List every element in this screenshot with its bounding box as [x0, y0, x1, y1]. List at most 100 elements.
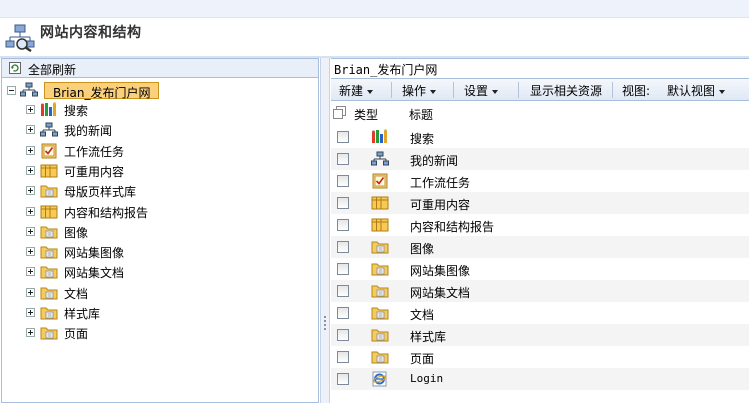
expand-icon[interactable]	[26, 226, 35, 236]
tree-node-label[interactable]: 母版页样式库	[64, 183, 136, 200]
folder-icon	[40, 285, 58, 301]
panel-splitter[interactable]	[320, 58, 330, 403]
new-menu-button[interactable]: 新建	[339, 82, 374, 98]
list-row[interactable]: 我的新闻	[331, 148, 749, 170]
tree-root-node[interactable]: Brian_发布门户网	[7, 82, 307, 100]
tree-node[interactable]: 母版页样式库	[26, 182, 306, 200]
list-row[interactable]: 网站集文档	[331, 280, 749, 302]
list-row[interactable]: 可重用内容	[331, 192, 749, 214]
folder-icon	[371, 283, 389, 299]
row-checkbox[interactable]	[337, 197, 349, 209]
list-row[interactable]: 页面	[331, 346, 749, 368]
site-icon	[371, 151, 389, 167]
tree-root-label[interactable]: Brian_发布门户网	[44, 82, 160, 100]
tree-node[interactable]: 我的新闻	[26, 121, 306, 139]
row-title-link[interactable]: 页面	[410, 350, 434, 367]
row-title-link[interactable]: 工作流任务	[410, 174, 470, 191]
list-row[interactable]: 工作流任务	[331, 170, 749, 192]
row-checkbox[interactable]	[337, 329, 349, 341]
tree-node-label[interactable]: 工作流任务	[64, 143, 124, 160]
splitter-grip	[324, 316, 326, 318]
tree-node[interactable]: 网站集文档	[26, 263, 306, 281]
row-title-link[interactable]: 网站集文档	[410, 284, 470, 301]
list-row[interactable]: 图像	[331, 236, 749, 258]
expand-icon[interactable]	[26, 287, 35, 297]
refresh-all-button[interactable]: 全部刷新	[28, 61, 76, 78]
folder-icon	[40, 244, 58, 260]
tree-node-label[interactable]: 样式库	[64, 305, 100, 322]
row-title-link[interactable]: 样式库	[410, 328, 446, 345]
expand-icon[interactable]	[26, 165, 35, 175]
row-title-link[interactable]: 搜索	[410, 130, 434, 147]
refresh-icon[interactable]	[9, 62, 21, 74]
expand-icon[interactable]	[26, 145, 35, 155]
tree-node[interactable]: 文档	[26, 284, 306, 302]
actions-menu-button[interactable]: 操作	[402, 82, 437, 98]
expand-icon[interactable]	[26, 206, 35, 216]
row-checkbox[interactable]	[337, 285, 349, 297]
expand-icon[interactable]	[26, 308, 35, 317]
list-icon	[371, 195, 389, 211]
row-title-link[interactable]: 文档	[410, 306, 434, 323]
list-row[interactable]: Login	[331, 368, 749, 390]
row-checkbox[interactable]	[337, 263, 349, 275]
list-column-header: 类型 标题	[331, 102, 749, 122]
tree-node-label[interactable]: 网站集文档	[64, 264, 124, 281]
tree-node[interactable]: 内容和结构报告	[26, 203, 306, 221]
column-type-header[interactable]: 类型	[354, 106, 378, 123]
tree-node-label[interactable]: 搜索	[64, 102, 88, 119]
row-checkbox[interactable]	[337, 131, 349, 143]
expand-icon[interactable]	[26, 328, 35, 338]
tree-node[interactable]: 图像	[26, 223, 306, 241]
row-checkbox[interactable]	[337, 241, 349, 253]
expand-icon[interactable]	[26, 105, 35, 114]
show-related-resources-button[interactable]: 显示相关资源	[530, 82, 602, 98]
list-row[interactable]: 内容和结构报告	[331, 214, 749, 236]
list-row[interactable]: 搜索	[331, 126, 749, 148]
splitter-grip	[324, 324, 326, 326]
tree-node-label[interactable]: 页面	[64, 325, 88, 342]
collapse-icon[interactable]	[7, 86, 16, 95]
row-title-link[interactable]: 图像	[410, 240, 434, 257]
tree-node[interactable]: 网站集图像	[26, 243, 306, 261]
tree-node[interactable]: 工作流任务	[26, 142, 306, 160]
tree-node[interactable]: 搜索	[26, 101, 306, 119]
row-checkbox[interactable]	[337, 175, 349, 187]
breadcrumb[interactable]: Brian_发布门户网	[334, 61, 437, 78]
expand-icon[interactable]	[26, 267, 35, 277]
row-checkbox[interactable]	[337, 153, 349, 165]
tree-node[interactable]: 页面	[26, 324, 306, 342]
list-row[interactable]: 文档	[331, 302, 749, 324]
site-icon	[40, 122, 58, 138]
row-title-link[interactable]: 我的新闻	[410, 152, 458, 169]
expand-icon[interactable]	[26, 247, 35, 257]
tree-node[interactable]: 样式库	[26, 304, 306, 322]
dropdown-arrow-icon	[492, 89, 499, 94]
row-title-link[interactable]: 内容和结构报告	[410, 218, 494, 235]
site-icon	[20, 82, 38, 98]
tree-node-label[interactable]: 我的新闻	[64, 122, 112, 139]
tree-node-label[interactable]: 可重用内容	[64, 163, 124, 180]
tree-node-label[interactable]: 文档	[64, 285, 88, 302]
row-checkbox[interactable]	[337, 373, 349, 385]
select-all-icon[interactable]	[333, 106, 347, 119]
list-row[interactable]: 网站集图像	[331, 258, 749, 280]
row-checkbox[interactable]	[337, 307, 349, 319]
list-row[interactable]: 样式库	[331, 324, 749, 346]
dropdown-arrow-icon	[367, 89, 374, 94]
row-title-link[interactable]: 可重用内容	[410, 196, 470, 213]
view-selector[interactable]: 默认视图	[667, 82, 726, 98]
settings-menu-button[interactable]: 设置	[464, 82, 499, 98]
row-checkbox[interactable]	[337, 351, 349, 363]
row-title-link[interactable]: 网站集图像	[410, 262, 470, 279]
expand-icon[interactable]	[26, 125, 35, 135]
tree-node-label[interactable]: 内容和结构报告	[64, 204, 148, 221]
tree-node-label[interactable]: 网站集图像	[64, 244, 124, 261]
row-checkbox[interactable]	[337, 219, 349, 231]
row-title-link[interactable]: Login	[410, 372, 443, 385]
expand-icon[interactable]	[26, 186, 35, 196]
folder-icon	[40, 183, 58, 199]
column-title-header[interactable]: 标题	[409, 106, 433, 123]
tree-node-label[interactable]: 图像	[64, 224, 88, 241]
tree-node[interactable]: 可重用内容	[26, 162, 306, 180]
